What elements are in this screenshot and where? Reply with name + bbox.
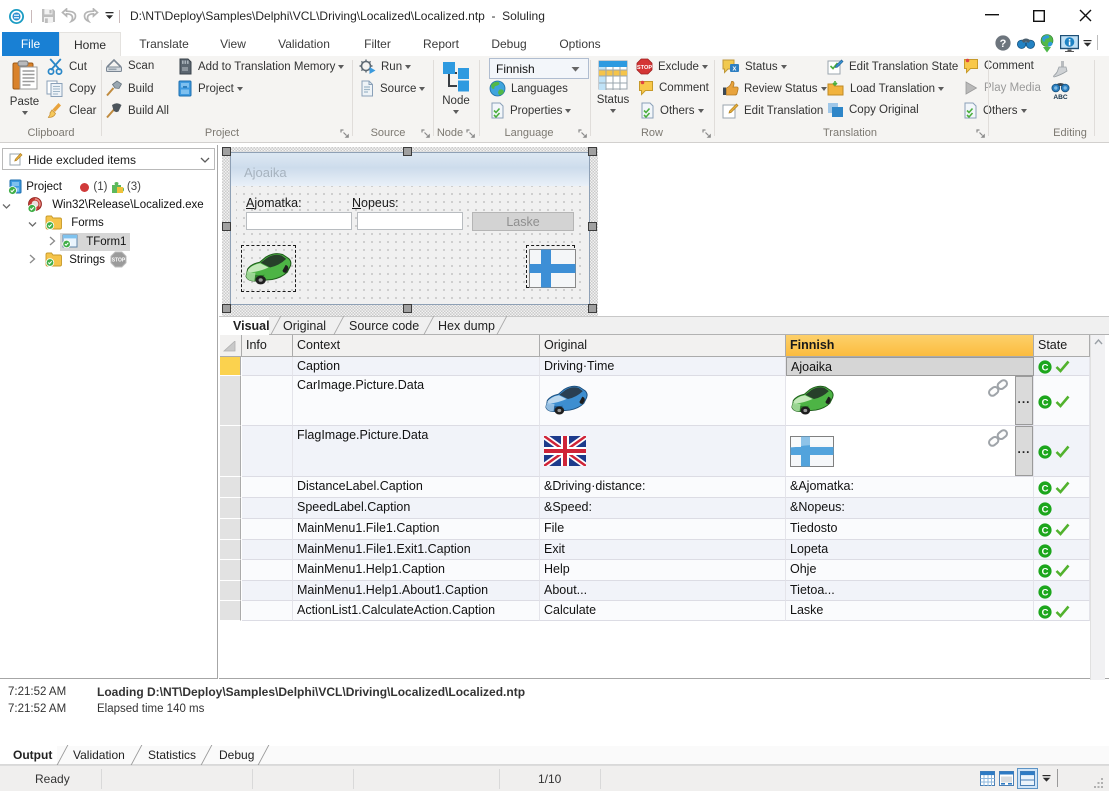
svg-text:STOP: STOP bbox=[112, 258, 126, 264]
svg-text:C: C bbox=[1042, 546, 1049, 557]
svg-text:?: ? bbox=[1000, 38, 1007, 50]
svg-text:C: C bbox=[1042, 447, 1049, 458]
svg-text:C: C bbox=[1042, 566, 1049, 577]
svg-text:x: x bbox=[733, 66, 737, 73]
svg-text:C: C bbox=[1042, 483, 1049, 494]
svg-text:C: C bbox=[1042, 397, 1049, 408]
svg-text:C: C bbox=[1042, 607, 1049, 618]
svg-text:ABC: ABC bbox=[1053, 94, 1068, 100]
svg-text:C: C bbox=[1042, 587, 1049, 598]
svg-text:C: C bbox=[1042, 504, 1049, 515]
svg-text:C: C bbox=[1042, 525, 1049, 536]
svg-text:C: C bbox=[1042, 362, 1049, 373]
svg-text:STOP: STOP bbox=[637, 65, 652, 71]
